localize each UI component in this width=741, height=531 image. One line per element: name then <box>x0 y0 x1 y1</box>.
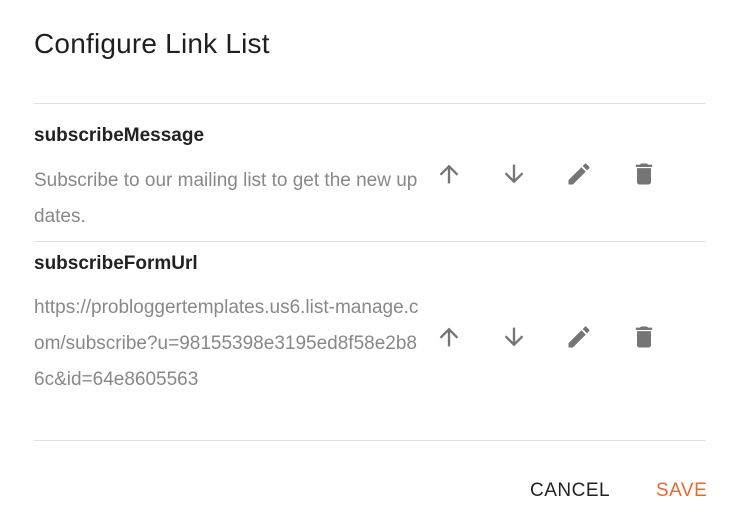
item-actions <box>430 315 690 359</box>
delete-button[interactable] <box>625 315 662 359</box>
divider <box>34 440 706 441</box>
edit-button[interactable] <box>560 152 597 196</box>
item-value: Subscribe to our mailing list to get the… <box>34 170 418 227</box>
dialog-title: Configure Link List <box>34 28 270 59</box>
move-down-button[interactable] <box>495 315 532 359</box>
move-up-button[interactable] <box>430 315 467 359</box>
arrow-up-icon <box>439 327 458 347</box>
move-down-button[interactable] <box>495 152 532 196</box>
pencil-icon <box>568 163 590 185</box>
item-actions <box>430 152 690 196</box>
edit-button[interactable] <box>560 315 597 359</box>
move-up-button[interactable] <box>430 152 467 196</box>
arrow-down-icon <box>504 327 523 347</box>
save-button[interactable]: SAVE <box>652 478 711 504</box>
pencil-icon <box>568 326 590 348</box>
item-key: subscribeMessage <box>34 125 205 146</box>
cancel-button[interactable]: CANCEL <box>526 478 614 504</box>
divider <box>34 241 706 242</box>
item-key: subscribeFormUrl <box>34 253 198 274</box>
item-value: https://probloggertemplates.us6.list-man… <box>34 297 419 390</box>
trash-icon <box>635 326 652 348</box>
trash-icon <box>635 163 652 185</box>
delete-button[interactable] <box>625 152 662 196</box>
configure-link-list-dialog: Configure Link List subscribeMessage Sub… <box>0 0 741 531</box>
divider <box>34 103 706 104</box>
arrow-up-icon <box>439 164 458 184</box>
arrow-down-icon <box>504 164 523 184</box>
